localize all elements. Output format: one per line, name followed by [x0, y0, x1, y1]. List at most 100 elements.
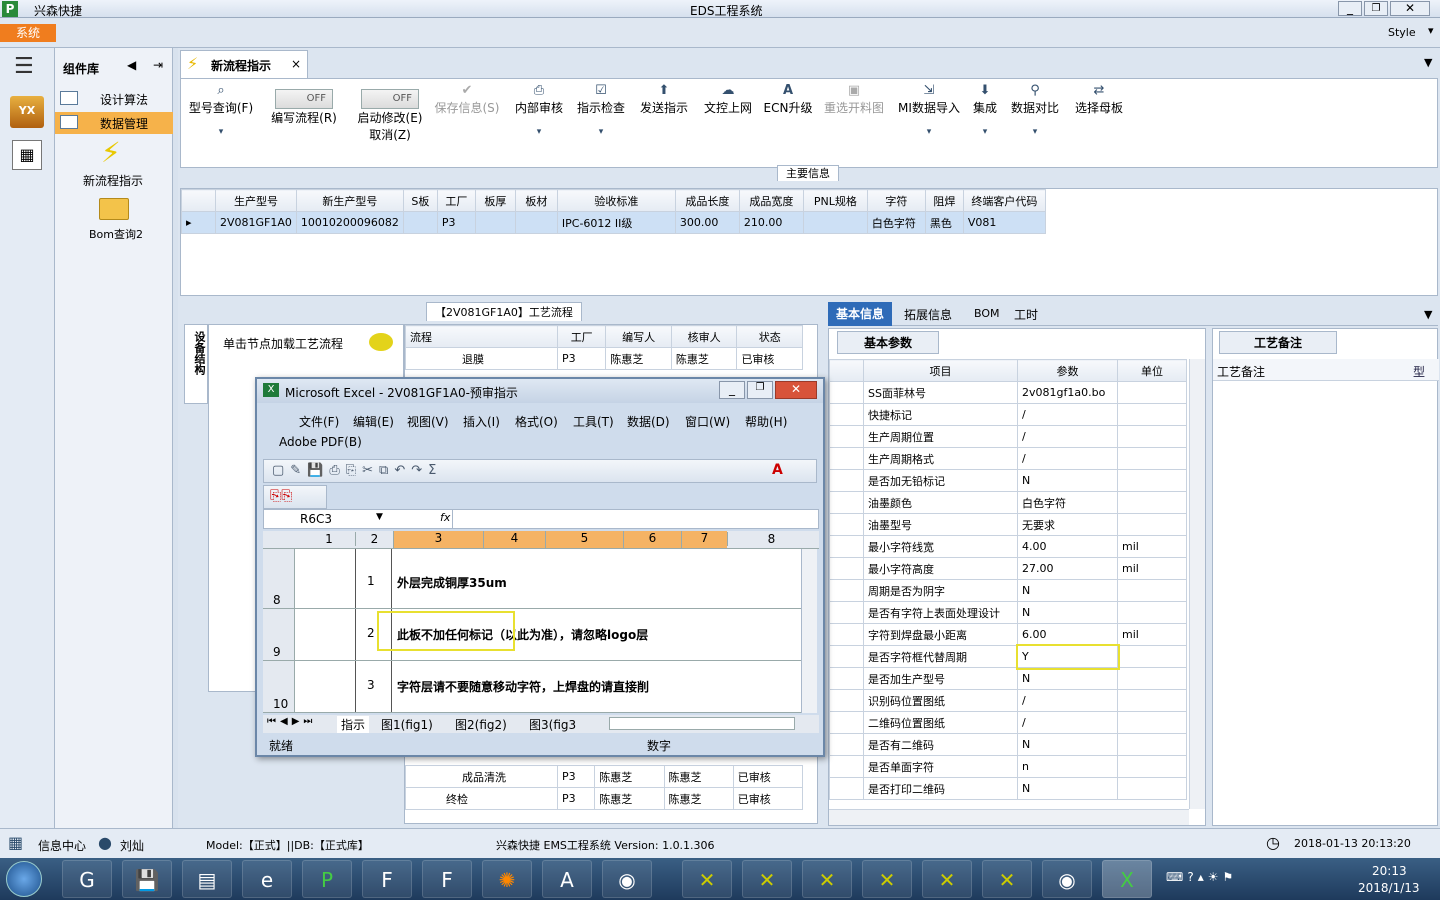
col-header[interactable]: 成品长度 [674, 189, 740, 212]
sheet-tab[interactable]: 图3(fig3 [529, 716, 576, 733]
col-header[interactable]: 生产型号 [215, 189, 297, 212]
excel-restore-button[interactable]: ❐ [747, 381, 773, 399]
param-row[interactable]: 最小字符高度 27.00 mil [829, 557, 1187, 580]
col-header[interactable]: 字符 [866, 189, 926, 212]
param-value[interactable]: 无要求 [1017, 513, 1118, 536]
instruction-check-button[interactable]: ☑ 指示检查 ▾ [571, 83, 631, 140]
param-row[interactable]: 生产周期位置 / [829, 425, 1187, 448]
param-row[interactable]: 油墨颜色 白色字符 [829, 491, 1187, 514]
remarks-tab[interactable]: 工艺备注 [1219, 331, 1338, 354]
param-value[interactable]: N [1017, 733, 1118, 756]
col-header[interactable]: 5 [545, 531, 623, 548]
param-row[interactable]: 生产周期格式 / [829, 447, 1187, 470]
tab-extended-info[interactable]: 拓展信息 [904, 306, 952, 323]
excel-minimize-button[interactable]: _ [719, 381, 745, 399]
col-header[interactable]: 成品宽度 [738, 189, 804, 212]
param-row[interactable]: 油墨型号 无要求 [829, 513, 1187, 536]
excel-menu-help[interactable]: 帮助(H) [745, 413, 787, 430]
excel-menu-file[interactable]: 文件(F) [299, 413, 339, 430]
grid-icon[interactable]: ▦ [8, 833, 23, 852]
col-header[interactable]: 新生产型号 [295, 189, 404, 212]
col-header[interactable]: 核审人 [670, 325, 738, 348]
style-dropdown-icon[interactable]: ▾ [1428, 24, 1434, 37]
param-value[interactable]: N [1017, 579, 1118, 602]
param-value[interactable]: 4.00 [1017, 535, 1118, 558]
param-row[interactable]: 是否字符框代替周期 Y [829, 643, 1187, 670]
taskbar-shell-icon[interactable]: ✺ [482, 860, 532, 898]
taskbar-f2-icon[interactable]: F [422, 860, 472, 898]
col-header[interactable]: 编写人 [605, 325, 672, 348]
taskbar-eye-icon[interactable]: ◉ [602, 860, 652, 898]
tree-node-label[interactable]: 退膜 [405, 347, 558, 370]
excel-title-bar[interactable]: X Microsoft Excel - 2V081GF1A0-预审指示 _ ❐ … [257, 379, 823, 403]
table-cell[interactable] [474, 211, 516, 234]
taskbar-doc-icon[interactable]: A [542, 860, 592, 898]
integrate-button[interactable]: ⬇ 集成 ▾ [965, 83, 1005, 140]
internal-review-button[interactable]: ⎙ 内部审核 ▾ [509, 83, 569, 140]
taskbar-window-icon[interactable]: ✕ [862, 860, 912, 898]
table-cell[interactable] [402, 211, 438, 234]
toggle-switch[interactable]: OFF [361, 89, 419, 109]
pin-icon[interactable]: ⇥ [153, 58, 163, 72]
taskbar-excel-icon[interactable]: X [1102, 860, 1152, 898]
sheet-tab-active[interactable]: 指示 [337, 716, 370, 733]
col-header[interactable]: S板 [402, 189, 438, 212]
excel-row[interactable]: 8 1 外层完成铜厚35um [263, 557, 801, 609]
param-value[interactable]: 27.00 [1017, 557, 1118, 580]
tab-dropdown-icon[interactable]: ▼ [1424, 308, 1432, 321]
col-header[interactable]: 单位 [1117, 359, 1187, 382]
excel-menu-view[interactable]: 视图(V) [407, 413, 449, 430]
col-header[interactable]: 2 [355, 532, 393, 546]
taskbar-files-icon[interactable]: ▤ [182, 860, 232, 898]
param-row[interactable]: 字符到焊盘最小距离 6.00 mil [829, 623, 1187, 646]
table-cell[interactable]: P3 [436, 211, 476, 234]
excel-horizontal-scrollbar[interactable] [609, 717, 795, 730]
sheet-tab[interactable]: 图2(fig2) [455, 716, 507, 733]
tree-node-label[interactable]: 终检 [405, 787, 558, 810]
col-header[interactable]: PNL规格 [802, 189, 868, 212]
col-header[interactable]: 验收标准 [556, 189, 676, 212]
param-row[interactable]: SS面菲林号 2v081gf1a0.bo [829, 381, 1187, 404]
close-button[interactable]: ✕ [1390, 1, 1430, 16]
param-value[interactable]: n [1017, 755, 1118, 778]
excel-menu-insert[interactable]: 插入(I) [463, 413, 500, 430]
basic-params-tab[interactable]: 基本参数 [837, 331, 940, 354]
excel-vertical-scrollbar[interactable] [801, 549, 817, 713]
device-structure-tab[interactable]: 设备结构 [184, 324, 208, 404]
table-cell[interactable] [514, 211, 558, 234]
table-cell[interactable]: 300.00 [674, 211, 740, 234]
edit-process-toggle[interactable]: OFF 编写流程(R) [261, 89, 347, 126]
taskbar-window-icon[interactable]: ✕ [742, 860, 792, 898]
col-header[interactable]: 状态 [736, 325, 803, 348]
excel-menu-format[interactable]: 格式(O) [515, 413, 558, 430]
chat-bubble-icon[interactable] [369, 333, 393, 351]
param-value[interactable]: / [1017, 447, 1118, 470]
launcher-new-process[interactable]: 新流程指示 [83, 172, 143, 189]
col-header[interactable]: 终端客户代码 [962, 189, 1046, 212]
hamburger-menu-icon[interactable]: ☰ [14, 56, 34, 78]
sheet-tab[interactable]: 图1(fig1) [381, 716, 433, 733]
data-compare-button[interactable]: ⚲ 数据对比 ▾ [1007, 83, 1063, 140]
info-center-label[interactable]: 信息中心 [38, 837, 86, 854]
taskbar-save-icon[interactable]: 💾 [122, 860, 172, 898]
style-selector[interactable]: Style [1388, 26, 1416, 39]
param-row[interactable]: 识别码位置图纸 / [829, 689, 1187, 712]
lightning-icon[interactable]: ⚡ [101, 138, 121, 168]
taskbar-app-icon[interactable]: G [62, 860, 112, 898]
ecn-upgrade-button[interactable]: A ECN升级 [759, 83, 817, 116]
taskbar-window-icon[interactable]: ✕ [982, 860, 1032, 898]
table-cell[interactable]: 2V081GF1A0 [215, 211, 297, 234]
table-row[interactable]: 退膜 P3 陈惠芝 陈惠芝 已审核 [405, 347, 803, 370]
restore-button[interactable]: ❐ [1364, 1, 1388, 16]
taskbar-eye-icon[interactable]: ◉ [1042, 860, 1092, 898]
param-row[interactable]: 二维码位置图纸 / [829, 711, 1187, 734]
param-value[interactable]: / [1017, 689, 1118, 712]
taskbar-ie-icon[interactable]: e [242, 860, 292, 898]
param-row[interactable]: 是否加无铅标记 N [829, 469, 1187, 492]
excel-window[interactable]: X Microsoft Excel - 2V081GF1A0-预审指示 _ ❐ … [255, 377, 825, 757]
doc-control-online-button[interactable]: ☁ 文控上网 [697, 83, 759, 116]
col-header[interactable]: 8 [727, 532, 815, 546]
sheet-nav-arrows-icon[interactable]: ⏮◀▶⏭ [267, 716, 316, 727]
font-color-icon[interactable]: A [772, 462, 783, 478]
col-header[interactable]: 4 [483, 531, 545, 548]
